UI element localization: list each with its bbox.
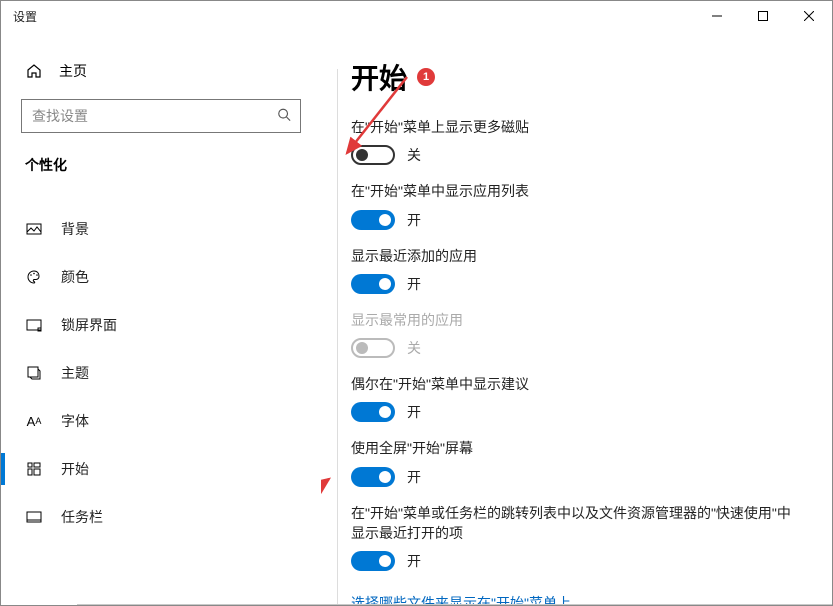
page-title: 开始 [351, 57, 407, 97]
setting-label: 偶尔在"开始"菜单中显示建议 [351, 374, 802, 394]
setting-label: 使用全屏"开始"屏幕 [351, 438, 802, 458]
start-icon [25, 461, 43, 477]
toggle-state-label: 关 [407, 338, 421, 358]
setting-jumplist-recent: 在"开始"菜单或任务栏的跳转列表中以及文件资源管理器的"快速使用"中显示最近打开… [351, 503, 802, 572]
window-title: 设置 [13, 8, 37, 25]
sidebar-item-fonts[interactable]: AA 字体 [21, 397, 301, 445]
sidebar-item-label: 字体 [61, 411, 89, 431]
annotation-badge-1: 1 [417, 68, 435, 86]
main-content: 开始 1 在"开始"菜单上显示更多磁贴 关 在"开始"菜单中显示应用列表 开 显… [321, 31, 832, 605]
bottom-shadow [77, 599, 832, 605]
toggle-state-label: 开 [407, 467, 421, 487]
sidebar-item-taskbar[interactable]: 任务栏 [21, 493, 301, 541]
sidebar-section-title: 个性化 [25, 155, 301, 175]
setting-app-list: 在"开始"菜单中显示应用列表 开 [351, 181, 802, 229]
lockscreen-icon [25, 317, 43, 333]
close-button[interactable] [786, 1, 832, 31]
sidebar-item-label: 开始 [61, 459, 89, 479]
sidebar-item-lockscreen[interactable]: 锁屏界面 [21, 301, 301, 349]
settings-window: 设置 主页 [0, 0, 833, 606]
annotation-arrow-2 [321, 471, 341, 551]
setting-most-used: 显示最常用的应用 关 [351, 310, 802, 358]
setting-label: 在"开始"菜单上显示更多磁贴 [351, 117, 802, 137]
toggle-suggestions[interactable] [351, 402, 395, 422]
home-icon [25, 63, 43, 79]
toggle-state-label: 开 [407, 551, 421, 571]
toggle-state-label: 开 [407, 274, 421, 294]
sidebar-item-label: 主题 [61, 363, 89, 383]
toggle-fullscreen-start[interactable] [351, 467, 395, 487]
sidebar: 主页 个性化 背景 [1, 31, 321, 605]
taskbar-icon [25, 509, 43, 525]
toggle-app-list[interactable] [351, 210, 395, 230]
setting-recently-added: 显示最近添加的应用 开 [351, 246, 802, 294]
setting-fullscreen-start: 使用全屏"开始"屏幕 开 [351, 438, 802, 486]
toggle-state-label: 关 [407, 145, 421, 165]
sidebar-item-label: 任务栏 [61, 507, 103, 527]
setting-label: 显示最近添加的应用 [351, 246, 802, 266]
page-title-row: 开始 1 [351, 57, 802, 97]
sidebar-item-label: 锁屏界面 [61, 315, 117, 335]
sidebar-item-start[interactable]: 开始 [21, 445, 301, 493]
toggle-recently-added[interactable] [351, 274, 395, 294]
toggle-state-label: 开 [407, 402, 421, 422]
setting-label: 在"开始"菜单或任务栏的跳转列表中以及文件资源管理器的"快速使用"中显示最近打开… [351, 503, 802, 544]
window-body: 主页 个性化 背景 [1, 31, 832, 605]
picture-icon [25, 221, 43, 237]
sidebar-item-themes[interactable]: 主题 [21, 349, 301, 397]
maximize-button[interactable] [740, 1, 786, 31]
minimize-button[interactable] [694, 1, 740, 31]
titlebar: 设置 [1, 1, 832, 31]
home-button[interactable]: 主页 [21, 31, 301, 99]
toggle-jumplist-recent[interactable] [351, 551, 395, 571]
font-icon: AA [25, 414, 43, 429]
sidebar-item-colors[interactable]: 颜色 [21, 253, 301, 301]
sidebar-item-label: 背景 [61, 219, 89, 239]
setting-more-tiles: 在"开始"菜单上显示更多磁贴 关 [351, 117, 802, 165]
search-wrap [21, 99, 301, 133]
toggle-state-label: 开 [407, 210, 421, 230]
window-controls [694, 1, 832, 31]
setting-label: 显示最常用的应用 [351, 310, 802, 330]
home-label: 主页 [59, 61, 87, 81]
setting-label: 在"开始"菜单中显示应用列表 [351, 181, 802, 201]
toggle-more-tiles[interactable] [351, 145, 395, 165]
themes-icon [25, 365, 43, 381]
palette-icon [25, 269, 43, 285]
search-input[interactable] [21, 99, 301, 133]
sidebar-item-label: 颜色 [61, 267, 89, 287]
setting-suggestions: 偶尔在"开始"菜单中显示建议 开 [351, 374, 802, 422]
sidebar-nav: 背景 颜色 锁屏界面 [21, 205, 301, 541]
toggle-most-used [351, 338, 395, 358]
sidebar-item-background[interactable]: 背景 [21, 205, 301, 253]
